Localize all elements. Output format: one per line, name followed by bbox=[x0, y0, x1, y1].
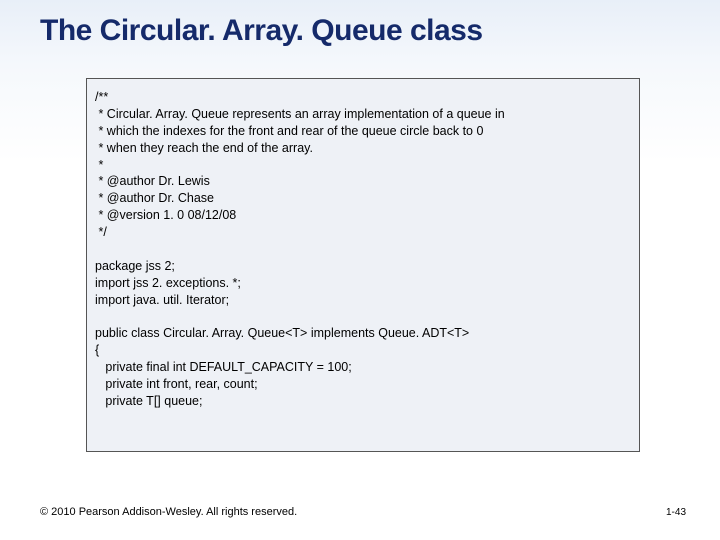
slide: The Circular. Array. Queue class /** * C… bbox=[0, 0, 720, 540]
copyright: © 2010 Pearson Addison-Wesley. All right… bbox=[40, 506, 297, 518]
page-number: 1-43 bbox=[666, 507, 686, 518]
slide-title: The Circular. Array. Queue class bbox=[40, 14, 483, 48]
code-block: /** * Circular. Array. Queue represents … bbox=[86, 78, 640, 452]
